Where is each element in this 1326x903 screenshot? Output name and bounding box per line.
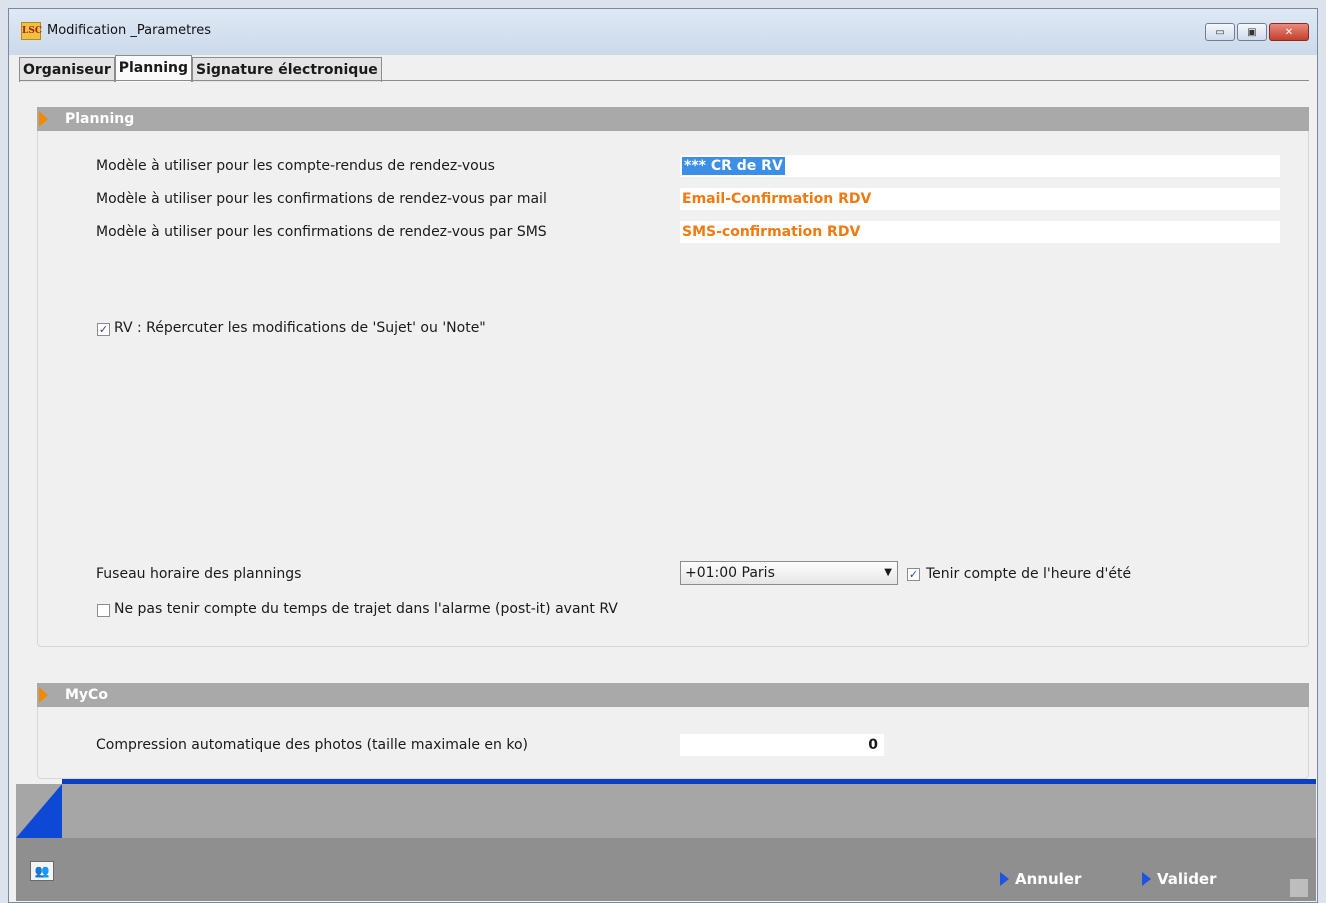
tab-organiseur[interactable]: Organiseur [19,57,115,82]
play-arrow-icon [1000,872,1009,886]
sms-model-field[interactable]: SMS-confirmation RDV [680,221,1280,243]
accent-line [62,779,1316,784]
section-title-planning: Planning [65,111,135,127]
window-controls: ▭ ▣ ✕ [1205,23,1309,41]
validate-label: Valider [1157,870,1217,888]
bottom-toolbar-lower [16,838,1316,901]
repercuter-label: RV : Répercuter les modifications de 'Su… [114,320,486,336]
maximize-icon: ▣ [1247,26,1257,38]
bottom-toolbar: 👥 Annuler Valider [16,784,1316,901]
window-title: Modification _Parametres [47,23,211,38]
section-header-planning[interactable]: Planning [37,107,1309,131]
trajet-label: Ne pas tenir compte du temps de trajet d… [114,601,618,617]
main-window: LSC Modification _Parametres ▭ ▣ ✕ Organ… [8,8,1318,903]
app-logo: LSC [21,22,42,40]
compression-field[interactable]: 0 [680,734,884,756]
section-arrow-icon [39,687,48,703]
cancel-label: Annuler [1015,870,1082,888]
chevron-down-icon: ▼ [884,567,892,578]
cancel-button[interactable]: Annuler [1000,870,1081,888]
sms-model-label: Modèle à utiliser pour les confirmations… [96,224,547,240]
tab-signature-electronique[interactable]: Signature électronique [191,57,382,82]
tab-content: Planning Modèle à utiliser pour les comp… [20,83,1312,785]
minimize-button[interactable]: ▭ [1205,23,1235,41]
minimize-icon: ▭ [1215,26,1225,38]
validate-button[interactable]: Valider [1142,870,1217,888]
mail-model-label: Modèle à utiliser pour les confirmations… [96,191,547,207]
resize-grip[interactable] [1290,879,1308,897]
timezone-select[interactable]: +01:00 Paris ▼ [680,561,898,585]
cr-model-field[interactable]: *** CR de RV [680,155,1280,177]
tab-divider [19,80,1309,81]
repercuter-checkbox[interactable]: ✓ [97,323,110,336]
timezone-value: +01:00 Paris [685,565,775,581]
maximize-button[interactable]: ▣ [1237,23,1267,41]
compression-label: Compression automatique des photos (tail… [96,737,528,753]
mail-model-field[interactable]: Email-Confirmation RDV [680,188,1280,210]
section-arrow-icon [39,111,48,127]
section-title-myco: MyCo [65,687,108,703]
close-icon: ✕ [1284,26,1294,38]
trajet-checkbox[interactable] [97,604,110,617]
accent-triangle [16,784,62,838]
play-arrow-icon [1142,872,1151,886]
cr-model-label: Modèle à utiliser pour les compte-rendus… [96,158,495,174]
users-icon[interactable]: 👥 [30,861,54,881]
summer-time-checkbox[interactable]: ✓ [907,568,920,581]
timezone-label: Fuseau horaire des plannings [96,566,302,582]
cr-model-value: *** CR de RV [682,157,785,175]
close-button[interactable]: ✕ [1269,23,1309,41]
summer-time-label: Tenir compte de l'heure d'été [926,566,1132,582]
tab-bar: Organiseur Planning Signature électroniq… [19,55,382,82]
section-header-myco[interactable]: MyCo [37,683,1309,707]
title-bar[interactable]: LSC Modification _Parametres ▭ ▣ ✕ [9,9,1317,55]
tab-planning[interactable]: Planning [114,55,192,82]
